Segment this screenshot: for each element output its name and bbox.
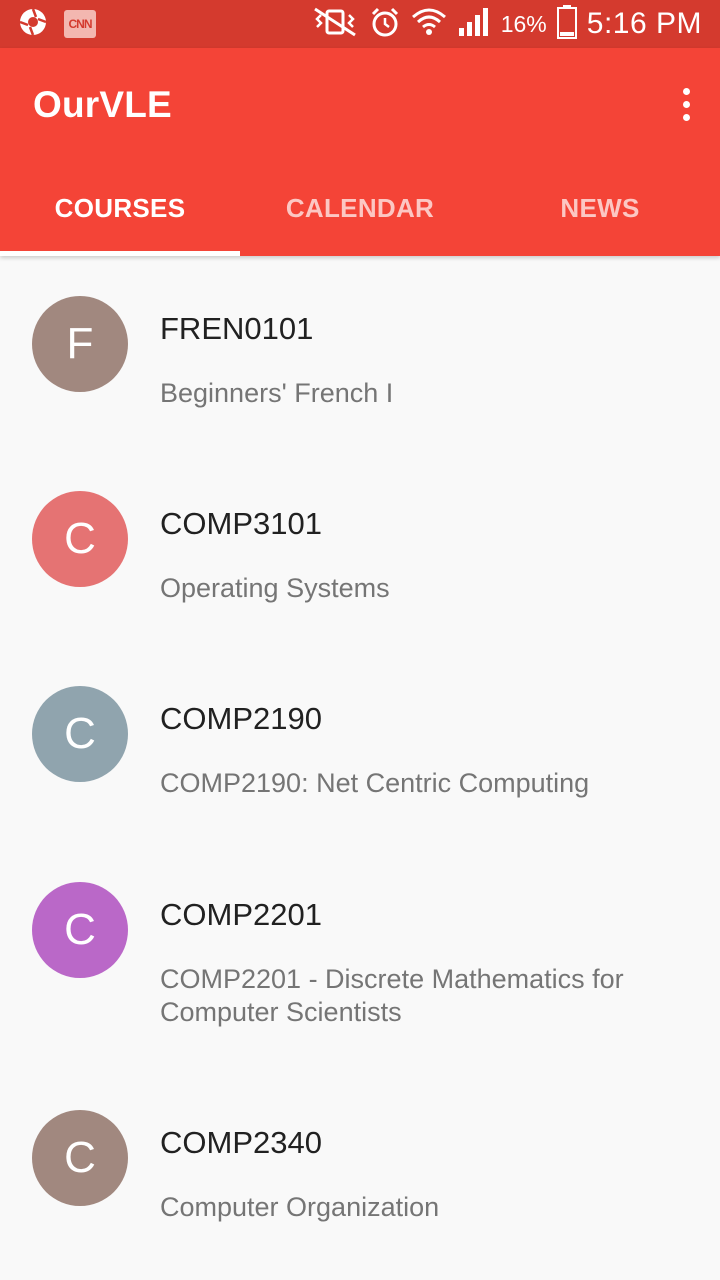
course-name: COMP2201 - Discrete Mathematics for Comp… bbox=[160, 964, 624, 1027]
course-item-comp2190[interactable]: C COMP2190 COMP2190: Net Centric Computi… bbox=[0, 646, 720, 841]
course-avatar: C bbox=[32, 686, 128, 782]
app-bar: OurVLE COURSES CALENDAR NEWS bbox=[0, 48, 720, 256]
course-name: Beginners' French I bbox=[160, 378, 394, 408]
status-bar: CNN 16% 5:16 PM bbox=[0, 0, 720, 48]
course-name: COMP2190: Net Centric Computing bbox=[160, 768, 590, 798]
battery-percent: 16% bbox=[500, 10, 547, 37]
tab-courses[interactable]: COURSES bbox=[0, 160, 240, 256]
course-avatar: C bbox=[32, 1110, 128, 1206]
alarm-icon bbox=[369, 6, 401, 43]
course-name: Operating Systems bbox=[160, 573, 390, 603]
signal-icon bbox=[457, 6, 491, 43]
course-item-comp3101[interactable]: C COMP3101 Operating Systems bbox=[0, 451, 720, 646]
course-code: COMP2201 bbox=[160, 897, 322, 932]
wifi-icon bbox=[411, 6, 447, 43]
course-code: COMP2340 bbox=[160, 1125, 322, 1160]
course-avatar: C bbox=[32, 491, 128, 587]
course-item-comp2340[interactable]: C COMP2340 Computer Organization bbox=[0, 1069, 720, 1280]
tab-calendar[interactable]: CALENDAR bbox=[240, 160, 480, 256]
course-code: COMP2190 bbox=[160, 701, 322, 736]
cnn-icon: CNN bbox=[64, 10, 96, 38]
course-item-fren0101[interactable]: F FREN0101 Beginners' French I bbox=[0, 256, 720, 451]
more-vertical-icon[interactable] bbox=[674, 82, 698, 126]
course-code: COMP3101 bbox=[160, 506, 322, 541]
clock: 5:16 PM bbox=[586, 7, 702, 40]
course-name: Computer Organization bbox=[160, 1192, 440, 1222]
vibrate-icon bbox=[311, 7, 359, 42]
app-title: OurVLE bbox=[33, 84, 172, 125]
tab-news[interactable]: NEWS bbox=[480, 160, 720, 256]
battery-icon bbox=[556, 4, 577, 44]
course-avatar: F bbox=[32, 296, 128, 392]
camera-shutter-icon bbox=[18, 7, 48, 42]
course-item-comp2201[interactable]: C COMP2201 COMP2201 - Discrete Mathemati… bbox=[0, 841, 720, 1069]
tab-bar: COURSES CALENDAR NEWS bbox=[0, 160, 720, 256]
course-avatar: C bbox=[32, 882, 128, 978]
course-code: FREN0101 bbox=[160, 311, 314, 346]
